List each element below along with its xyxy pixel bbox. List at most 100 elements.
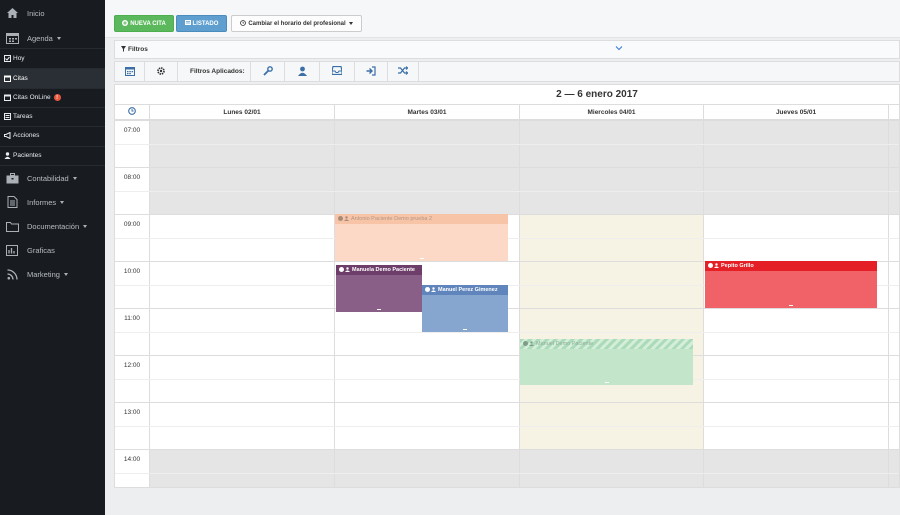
- filter-inbox-button[interactable]: [320, 62, 355, 81]
- resize-handle[interactable]: [604, 382, 609, 383]
- appointment-event[interactable]: Manuel Demo Paciente: [520, 339, 693, 385]
- time-label: 10:00: [123, 268, 141, 275]
- appointment-event[interactable]: Manuel Perez Gimenez: [422, 285, 508, 332]
- sidebar-item-citas-online[interactable]: Citas OnLine !: [0, 88, 105, 107]
- settings-button[interactable]: [145, 62, 178, 81]
- user-icon: [431, 286, 436, 294]
- inbox-icon: [331, 65, 343, 77]
- info-icon: [338, 215, 343, 221]
- resize-handle[interactable]: [463, 329, 467, 330]
- bar-chart-icon: [5, 244, 19, 256]
- user-icon: [297, 66, 307, 78]
- appointment-event[interactable]: Pepito Grillo: [705, 261, 877, 308]
- applied-filters-label: Filtros Aplicados:: [190, 68, 245, 75]
- briefcase-icon: [5, 172, 19, 184]
- resize-handle[interactable]: [419, 258, 424, 259]
- alert-badge: !: [53, 94, 61, 101]
- time-label: 09:00: [123, 221, 141, 228]
- user-icon: [345, 266, 350, 274]
- plus-circle-icon: [122, 19, 129, 28]
- shuffle-icon: [398, 66, 409, 77]
- chevron-down-icon: [72, 176, 77, 180]
- filter-treatment-button[interactable]: [250, 62, 285, 81]
- event-title: Pepito Grillo: [721, 263, 754, 269]
- day-header-tuesday: Martes 03/01: [335, 105, 520, 120]
- button-label: LISTADO: [192, 20, 219, 27]
- sidebar-item-contabilidad[interactable]: Contabilidad: [0, 166, 105, 190]
- sidebar-label: Inicio: [27, 8, 45, 18]
- appointment-event[interactable]: Manuela Demo Paciente: [336, 265, 422, 312]
- sidebar-item-pacientes[interactable]: Pacientes: [0, 146, 105, 165]
- button-label: Cambiar el horario del profesional: [248, 20, 346, 27]
- sign-in-icon: [366, 65, 376, 78]
- sidebar-label: Citas: [13, 75, 28, 82]
- time-header: [115, 105, 150, 120]
- sidebar-item-hoy[interactable]: Hoy: [0, 49, 105, 68]
- sidebar-label: Tareas: [13, 113, 33, 120]
- sidebar-item-acciones[interactable]: Acciones: [0, 126, 105, 145]
- user-icon: [344, 215, 349, 223]
- sidebar-label: Citas OnLine: [13, 94, 51, 101]
- filters-title: Filtros: [128, 46, 148, 53]
- sidebar-item-marketing[interactable]: Marketing: [0, 262, 105, 286]
- info-icon: [339, 266, 344, 272]
- resize-handle[interactable]: [789, 305, 793, 306]
- sidebar-item-agenda[interactable]: Agenda: [0, 26, 105, 50]
- info-icon: [425, 286, 430, 292]
- gear-icon: [156, 66, 166, 78]
- filters-panel-header[interactable]: Filtros: [114, 40, 900, 59]
- event-title: Antonio Paciente Demo prueba 2: [351, 216, 433, 222]
- sidebar-item-citas[interactable]: Citas: [0, 69, 105, 88]
- closed-hours-band: [149, 450, 899, 487]
- chevron-down-icon: [60, 200, 65, 204]
- user-icon: [2, 150, 12, 162]
- sidebar-label: Acciones: [13, 132, 40, 139]
- check-square-icon: [2, 53, 12, 65]
- day-header-monday: Lunes 02/01: [150, 105, 335, 120]
- sidebar-label: Pacientes: [13, 152, 42, 159]
- resize-handle[interactable]: [377, 309, 381, 310]
- sidebar-item-inicio[interactable]: Inicio: [0, 1, 105, 25]
- clock-icon: [240, 19, 247, 28]
- time-label: 12:00: [123, 362, 141, 369]
- day-header-friday: [889, 105, 899, 120]
- week-calendar: Lunes 02/01 Martes 03/01 Miercoles 04/01…: [114, 104, 900, 488]
- top-bar: NUEVA CITA LISTADO Cambiar el horario de…: [105, 0, 900, 38]
- time-label: 11:00: [124, 315, 140, 322]
- sidebar-label: Agenda: [27, 33, 53, 43]
- info-icon: [523, 340, 528, 346]
- sidebar-label: Contabilidad: [27, 173, 69, 183]
- chevron-down-icon: [348, 22, 353, 25]
- filter-shuffle-button[interactable]: [388, 62, 419, 81]
- sidebar-item-documentacion[interactable]: Documentación: [0, 214, 105, 238]
- sidebar-label: Hoy: [13, 55, 25, 62]
- info-icon: [708, 262, 713, 268]
- event-title: Manuel Perez Gimenez: [438, 287, 498, 293]
- calendar-icon: [5, 32, 19, 44]
- time-label: 14:00: [123, 456, 141, 463]
- sidebar-item-graficas[interactable]: Graficas: [0, 238, 105, 262]
- calendar-title: 2 — 6 enero 2017: [114, 84, 900, 104]
- sidebar-item-tareas[interactable]: Tareas: [0, 107, 105, 126]
- list-button[interactable]: LISTADO: [176, 15, 227, 32]
- bullhorn-icon: [2, 130, 12, 142]
- chevron-down-icon[interactable]: [615, 45, 623, 53]
- user-icon: [529, 340, 534, 348]
- sidebar-label: Marketing: [27, 269, 60, 279]
- filter-signin-button[interactable]: [355, 62, 388, 81]
- calendar-online-icon: [2, 92, 12, 104]
- tasks-icon: [2, 111, 12, 123]
- filter-patient-button[interactable]: [285, 62, 320, 81]
- calendar-view-button[interactable]: [115, 62, 145, 81]
- new-appointment-button[interactable]: NUEVA CITA: [114, 15, 174, 32]
- button-label: NUEVA CITA: [130, 20, 166, 27]
- sidebar-item-informes[interactable]: Informes: [0, 190, 105, 214]
- time-label: 07:00: [123, 127, 141, 134]
- event-title: Manuela Demo Paciente: [352, 267, 415, 273]
- change-schedule-button[interactable]: Cambiar el horario del profesional: [231, 15, 362, 32]
- time-label: 13:00: [123, 409, 141, 416]
- filters-toolbar: Filtros Aplicados:: [114, 61, 900, 82]
- sidebar-label: Graficas: [27, 245, 55, 255]
- rss-icon: [5, 268, 19, 280]
- appointment-event[interactable]: Antonio Paciente Demo prueba 2: [335, 214, 508, 261]
